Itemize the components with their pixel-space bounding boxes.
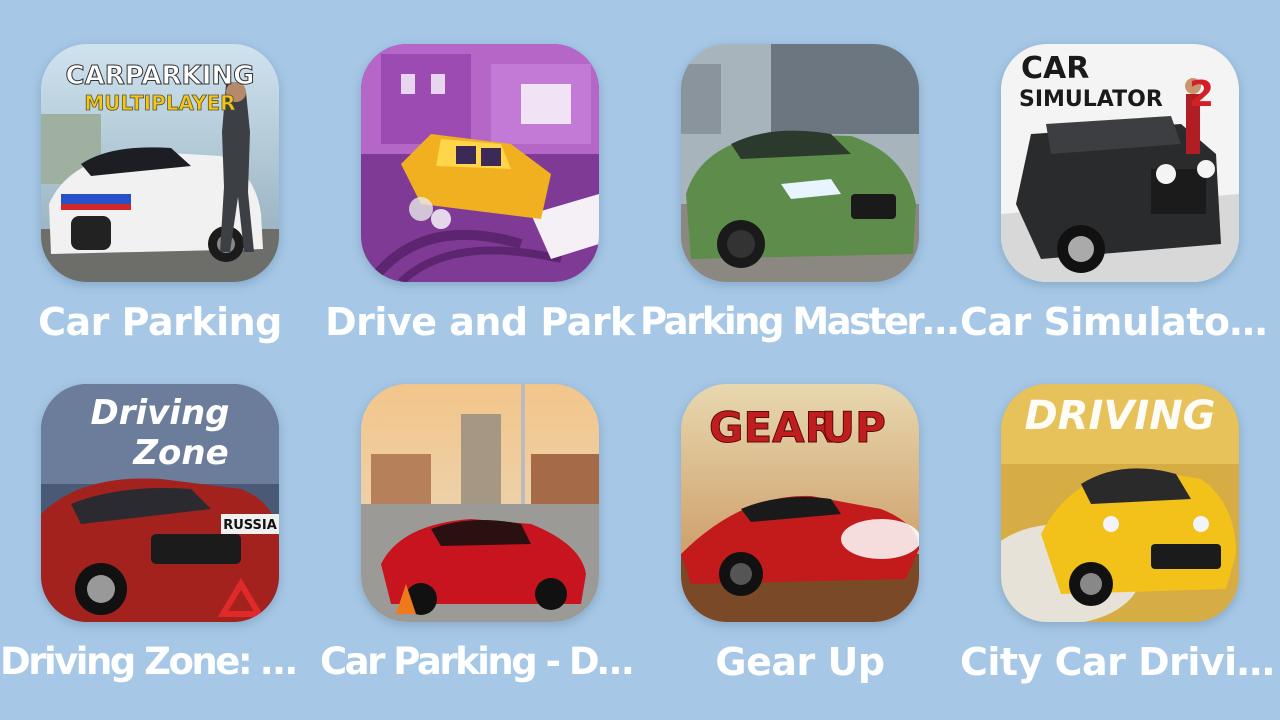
app-label: Gear Up (715, 640, 885, 684)
app-gear-up[interactable]: GEAR UP Gear Up (640, 0, 960, 720)
icon-title-text: DRIVING (1024, 393, 1215, 439)
app-driving-zone-russia[interactable]: RUSSIA Driving Zone Driving Zone: R... (0, 0, 320, 720)
gear-up-icon[interactable]: GEAR UP (681, 384, 919, 622)
app-grid: CARPARKING MULTIPLAYER Car Parking Drive… (0, 0, 1280, 720)
icon-subtitle-text: UP (821, 403, 886, 452)
app-label: Car Parking - Dri... (320, 640, 640, 683)
app-label: Driving Zone: R... (0, 640, 320, 683)
icon-plate-text: RUSSIA (223, 518, 277, 533)
icon-subtitle-text: Zone (132, 433, 228, 473)
city-car-driving-icon[interactable]: DRIVING (1001, 384, 1239, 622)
app-car-parking-driving[interactable]: Car Parking - Dri... (320, 0, 640, 720)
icon-title-text: Driving (90, 393, 229, 433)
app-label: City Car Driving (960, 640, 1280, 684)
app-city-car-driving[interactable]: DRIVING City Car Driving (960, 0, 1280, 720)
icon-title-text: GEAR (709, 403, 837, 452)
car-parking-driving-icon[interactable] (361, 384, 599, 622)
driving-zone-russia-icon[interactable]: RUSSIA Driving Zone (41, 384, 279, 622)
